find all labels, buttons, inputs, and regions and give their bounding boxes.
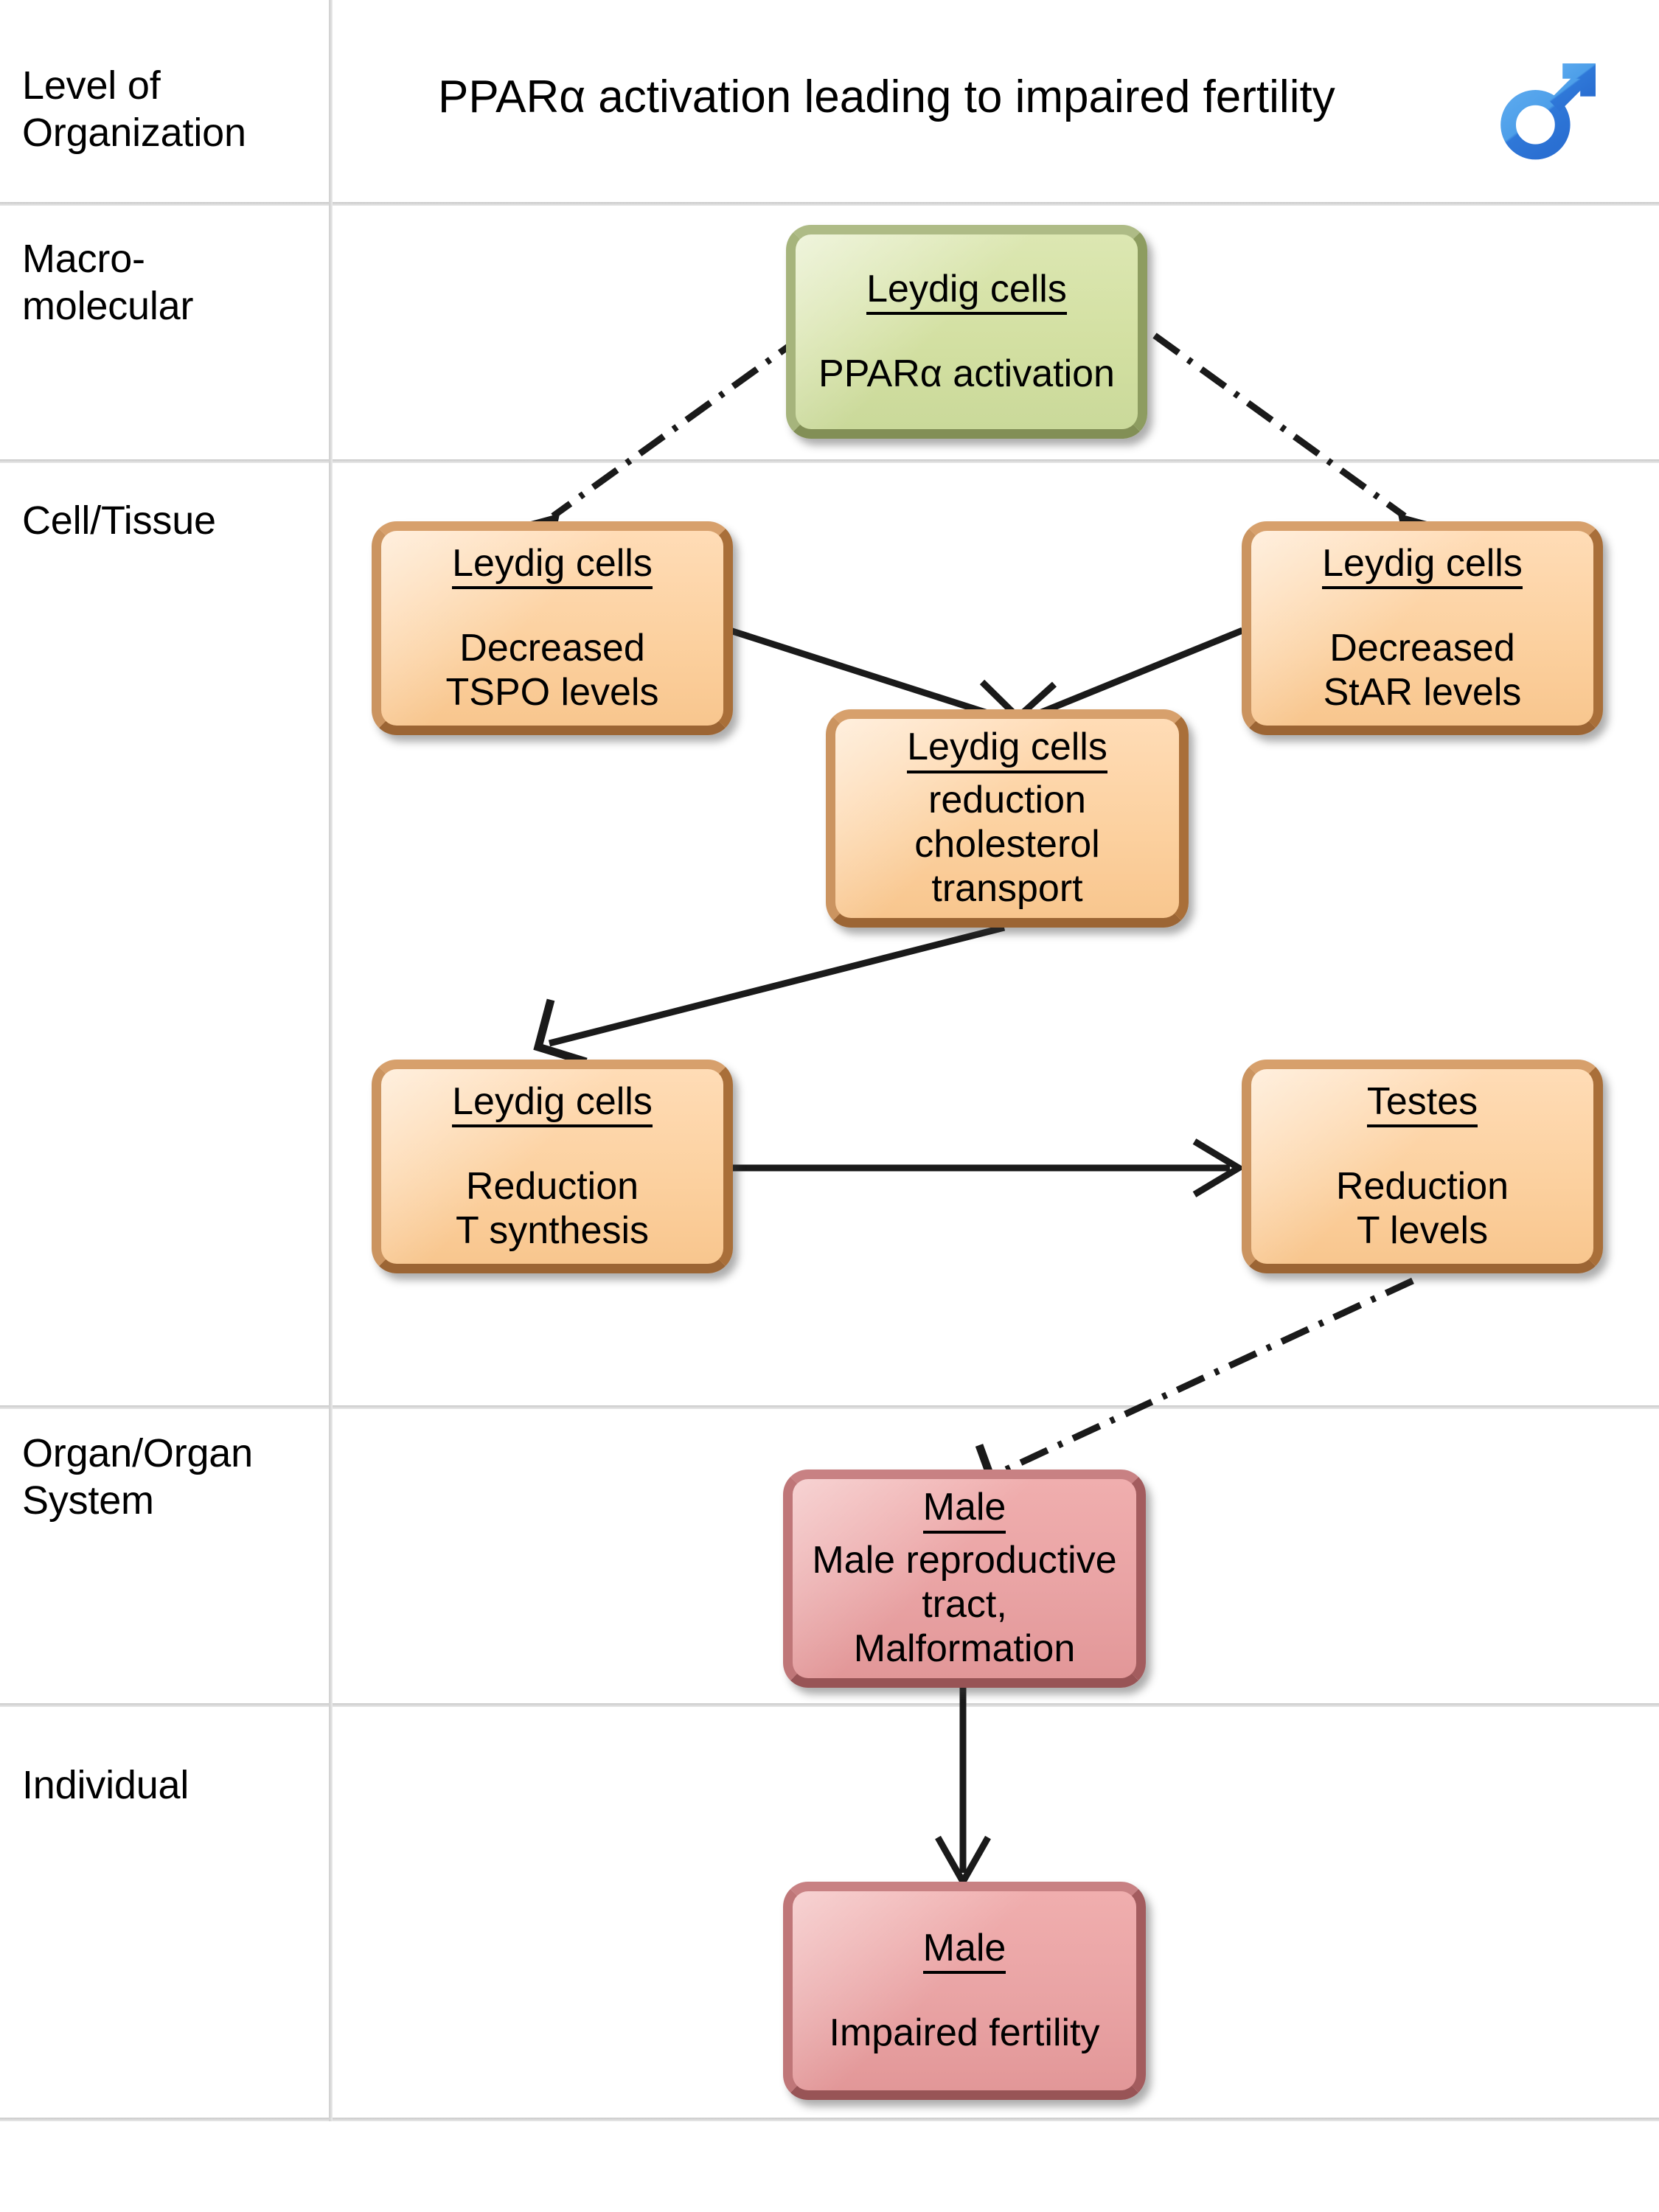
node-body: reduction cholesterol transport [914,778,1100,911]
node-body: Male reproductive tract, Malformation [812,1538,1117,1671]
row-label-macromolecular: Macro- molecular [22,237,194,328]
node-t-levels[interactable]: Testes Reduction T levels [1242,1060,1603,1273]
diagram-bottom-border [0,2118,1659,2121]
node-cholesterol-transport[interactable]: Leydig cells reduction cholesterol trans… [826,709,1189,928]
node-body: PPARα activation [818,352,1115,395]
edge-tlevels-to-tract [951,1277,1414,1495]
aop-diagram: Level of Organization PPARα activation l… [0,0,1659,2212]
node-title: Leydig cells [907,726,1107,773]
node-tspo-decrease[interactable]: Leydig cells Decreased TSPO levels [372,521,733,735]
column-divider [329,0,333,2121]
row-label-individual: Individual [22,1763,189,1807]
node-ppar-activation[interactable]: Leydig cells PPARα activation [786,225,1147,439]
node-title: Leydig cells [866,268,1067,315]
row-label-organ-system: Organ/Organ System [22,1431,253,1523]
row-divider-2 [0,459,1659,463]
edge-tsynthesis-to-tlevels [731,1138,1245,1197]
node-title: Leydig cells [452,542,653,589]
male-symbol-icon [1489,52,1607,170]
edge-tract-to-fertility [935,1687,991,1889]
node-body: Reduction T synthesis [455,1164,650,1253]
node-body: Decreased StAR levels [1323,626,1522,714]
node-title: Leydig cells [452,1080,653,1127]
node-impaired-fertility[interactable]: Male Impaired fertility [783,1882,1146,2100]
row-divider-1 [0,202,1659,206]
node-title: Male [922,1486,1006,1534]
row-divider-4 [0,1703,1659,1707]
node-body: Decreased TSPO levels [445,626,659,714]
node-star-decrease[interactable]: Leydig cells Decreased StAR levels [1242,521,1603,735]
row-divider-3 [0,1405,1659,1409]
node-body: Reduction T levels [1335,1164,1509,1253]
node-t-synthesis[interactable]: Leydig cells Reduction T synthesis [372,1060,733,1273]
page-title: PPARα activation leading to impaired fer… [438,72,1335,122]
node-title: Leydig cells [1322,542,1523,589]
row-label-cell-tissue: Cell/Tissue [22,498,216,543]
node-body: Impaired fertility [829,2011,1100,2054]
edge-cholesterol-to-tsynthesis [533,924,1006,1066]
level-of-organization-header: Level of Organization [22,63,246,155]
node-title: Male [922,1927,1006,1974]
node-title: Testes [1366,1080,1478,1127]
node-tract-malformation[interactable]: Male Male reproductive tract, Malformati… [783,1470,1146,1688]
